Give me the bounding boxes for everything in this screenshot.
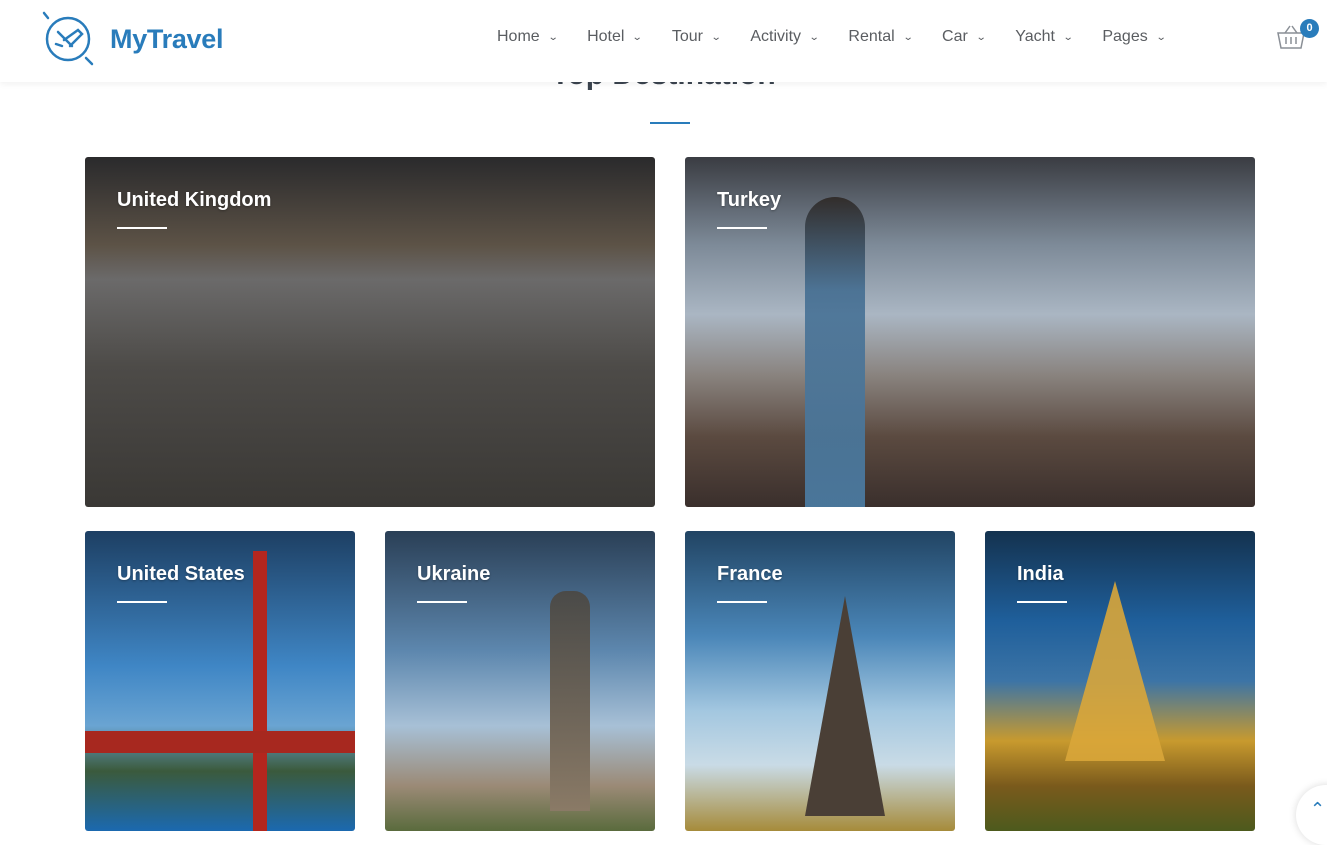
nav-hotel[interactable]: Hotel ⌄ [587,28,644,46]
chevron-down-icon: ⌄ [902,31,914,43]
nav-label: Yacht [1015,28,1055,45]
nav-label: Hotel [587,28,625,45]
nav-label: Rental [848,28,895,45]
name-underline [117,227,167,229]
chevron-down-icon: ⌄ [710,31,722,43]
title-divider [650,122,690,124]
chevron-down-icon: ⌄ [1155,31,1167,43]
chevron-down-icon: ⌄ [1062,31,1074,43]
cart-count-badge: 0 [1300,19,1319,38]
bridge-deck [85,731,355,753]
destination-name: United Kingdom [117,189,272,211]
nav-rental[interactable]: Rental ⌄ [848,28,914,46]
name-underline [117,601,167,603]
chevron-up-icon: ⌃ [1310,799,1326,819]
nav-label: Activity [750,28,802,45]
destination-card-ukraine[interactable]: Ukraine [385,531,655,831]
destination-card-united-kingdom[interactable]: United Kingdom [85,157,655,507]
destination-name: India [1017,563,1064,585]
name-underline [1017,601,1067,603]
name-underline [717,227,767,229]
nav-label: Pages [1102,28,1148,45]
nav-label: Car [942,28,968,45]
brand-name: MyTravel [110,23,224,54]
figure-silhouette [805,197,865,507]
destination-name: Turkey [717,189,782,211]
site-header: MyTravel Home ⌄ Hotel ⌄ Tour ⌄ Activity ⌄ Re… [0,0,1327,82]
logo[interactable]: MyTravel [40,10,223,68]
chevron-down-icon: ⌄ [547,31,559,43]
nav-label: Tour [671,28,703,45]
monument [550,591,590,811]
temple [1065,581,1165,761]
destination-name: Ukraine [417,563,491,585]
chevron-down-icon: ⌄ [975,31,987,43]
name-underline [417,601,467,603]
destination-card-france[interactable]: France [685,531,955,831]
scroll-to-top-button[interactable]: ⌃ [1296,785,1327,845]
destination-name: France [717,563,783,585]
destination-card-united-states[interactable]: United States [85,531,355,831]
nav-label: Home [497,28,540,45]
destination-name: United States [117,563,245,585]
eiffel-tower [805,596,885,816]
destination-card-india[interactable]: India [985,531,1255,831]
nav-activity[interactable]: Activity ⌄ [750,28,820,46]
chevron-down-icon: ⌄ [808,31,820,43]
plane-globe-icon [42,11,94,66]
bridge-tower [253,551,267,831]
nav-home[interactable]: Home ⌄ [497,28,559,46]
nav-tour[interactable]: Tour ⌄ [671,28,722,46]
nav-pages[interactable]: Pages ⌄ [1102,28,1167,46]
nav-yacht[interactable]: Yacht ⌄ [1015,28,1074,46]
chevron-down-icon: ⌄ [632,31,644,43]
nav-car[interactable]: Car ⌄ [942,28,987,46]
destination-card-turkey[interactable]: Turkey [685,157,1255,507]
main-nav: Home ⌄ Hotel ⌄ Tour ⌄ Activity ⌄ Rental ⌄ Car… [497,28,1167,46]
name-underline [717,601,767,603]
